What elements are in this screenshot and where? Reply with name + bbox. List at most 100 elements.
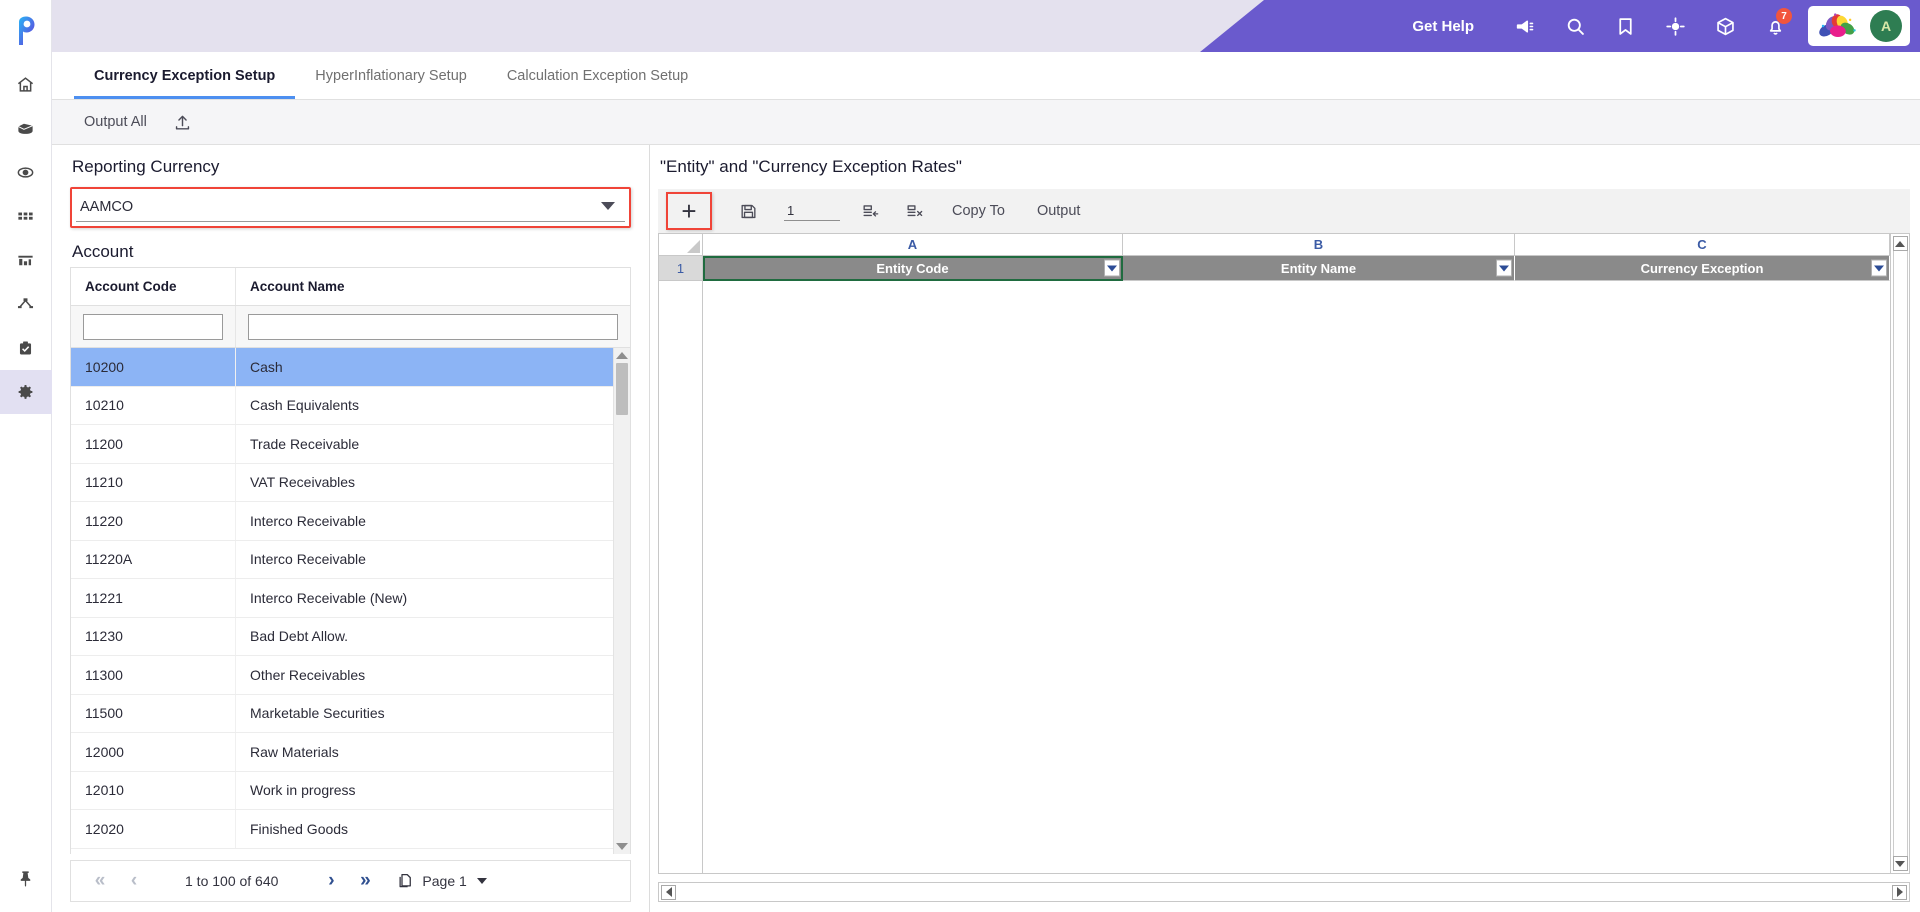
cell-account-name: Other Receivables — [250, 666, 366, 683]
delete-row-button[interactable] — [892, 192, 936, 230]
field-cell-entity-name[interactable]: Entity Name — [1123, 256, 1515, 281]
column-header-account-name[interactable]: Account Name — [236, 268, 630, 305]
pagination-status: 1 to 100 of 640 — [185, 873, 279, 889]
shortcuts-button[interactable] — [1650, 0, 1700, 52]
field-cell-entity-code[interactable]: Entity Code — [703, 256, 1123, 281]
sidebar-item-hierarchy[interactable] — [0, 282, 52, 326]
upload-button[interactable] — [173, 113, 192, 132]
reporting-currency-field[interactable]: AAMCO — [70, 187, 631, 228]
vertical-scrollbar-track[interactable] — [1892, 251, 1908, 856]
insert-row-button[interactable] — [848, 192, 892, 230]
column-letter-c[interactable]: C — [1515, 234, 1890, 256]
pagination-bar: « ‹ 1 to 100 of 640 › » Page 1 — [70, 860, 631, 902]
tab-currency-exception-setup[interactable]: Currency Exception Setup — [74, 52, 296, 99]
account-name-filter-input[interactable] — [248, 313, 618, 340]
table-row[interactable]: 11300 Other Receivables — [71, 656, 613, 695]
triangle-down-icon — [1895, 860, 1905, 867]
scroll-up-icon[interactable] — [616, 352, 628, 359]
table-row[interactable]: 10200 Cash — [71, 348, 613, 387]
triangle-up-icon — [1895, 240, 1905, 247]
get-help-button[interactable]: Get Help — [1412, 18, 1474, 35]
sidebar-item-tasks[interactable] — [0, 326, 52, 370]
table-row[interactable]: 11220A Interco Receivable — [71, 540, 613, 579]
top-header: Get Help 7 A — [52, 0, 1920, 52]
header-actions: Get Help 7 A — [1412, 0, 1920, 52]
field-label: Entity Name — [1280, 260, 1357, 276]
apps-button[interactable] — [1700, 0, 1750, 52]
prev-page-button[interactable]: ‹ — [117, 864, 151, 898]
sidebar-item-settings[interactable] — [0, 370, 52, 414]
field-dropdown-icon[interactable] — [1496, 259, 1512, 277]
table-row[interactable]: 12020 Finished Goods — [71, 810, 613, 849]
table-row[interactable]: 12010 Work in progress — [71, 771, 613, 810]
tab-bar: Currency Exception Setup HyperInflationa… — [52, 52, 1920, 100]
pin-sidebar-button[interactable] — [0, 856, 52, 900]
column-letter-b[interactable]: B — [1123, 234, 1515, 256]
field-dropdown-icon[interactable] — [1871, 259, 1887, 277]
account-code-filter-input[interactable] — [83, 313, 223, 340]
avatar[interactable]: A — [1870, 10, 1902, 42]
scroll-right-button[interactable] — [1892, 884, 1907, 900]
copy-to-button[interactable]: Copy To — [936, 203, 1021, 219]
spreadsheet-horizontal-scrollbar[interactable] — [658, 882, 1910, 902]
table-row[interactable]: 11500 Marketable Securities — [71, 694, 613, 733]
home-icon — [17, 76, 34, 92]
account-list-scrollbar[interactable] — [613, 348, 630, 854]
chart-icon — [18, 255, 33, 265]
spreadsheet-vertical-scrollbar[interactable] — [1890, 234, 1909, 873]
column-letter-row: A B C — [659, 234, 1890, 256]
scroll-down-button[interactable] — [1892, 856, 1908, 871]
next-page-button[interactable]: › — [314, 864, 348, 898]
column-header-account-code[interactable]: Account Code — [71, 268, 236, 305]
search-button[interactable] — [1550, 0, 1600, 52]
sidebar-item-reports[interactable] — [0, 238, 52, 282]
cell-account-code: 11210 — [71, 463, 236, 501]
column-letter-a[interactable]: A — [703, 234, 1123, 256]
scroll-left-button[interactable] — [661, 884, 676, 900]
sheet-corner-cell[interactable] — [659, 234, 703, 256]
table-row[interactable]: 11210 VAT Receivables — [71, 463, 613, 502]
field-cell-currency-exception[interactable]: Currency Exception — [1515, 256, 1890, 281]
right-panel: "Entity" and "Currency Exception Rates" … — [650, 145, 1920, 912]
output-all-button[interactable]: Output All — [84, 114, 147, 130]
tab-hyperinflationary-setup[interactable]: HyperInflationary Setup — [295, 52, 487, 99]
upload-icon — [175, 115, 190, 130]
last-page-button[interactable]: » — [348, 864, 382, 898]
app-logo[interactable] — [0, 0, 52, 62]
page-selector[interactable]: Page 1 — [396, 872, 487, 890]
first-page-button[interactable]: « — [83, 864, 117, 898]
reporting-currency-select[interactable]: AAMCO — [76, 195, 625, 222]
sidebar-item-home[interactable] — [0, 62, 52, 106]
sidebar-item-grid[interactable] — [0, 194, 52, 238]
field-dropdown-icon[interactable] — [1104, 259, 1120, 277]
save-button[interactable] — [726, 192, 770, 230]
tab-label: HyperInflationary Setup — [315, 67, 467, 84]
sidebar-item-view[interactable] — [0, 150, 52, 194]
account-table-body-wrap: 10200 Cash 10210 Cash Equivalents 11200 Trade… — [71, 348, 630, 854]
output-button[interactable]: Output — [1021, 203, 1097, 219]
spreadsheet-cells[interactable] — [703, 281, 1890, 873]
spreadsheet-empty-area[interactable] — [659, 281, 1890, 873]
table-row[interactable]: 11200 Trade Receivable — [71, 425, 613, 464]
notifications-button[interactable]: 7 — [1750, 0, 1800, 52]
table-row[interactable]: 11221 Interco Receivable (New) — [71, 579, 613, 618]
spreadsheet: A B C 1 Entity Code Entity Name Currency… — [658, 233, 1910, 874]
add-row-button[interactable]: + — [666, 192, 712, 230]
table-row[interactable]: 11230 Bad Debt Allow. — [71, 617, 613, 656]
scroll-down-icon[interactable] — [616, 843, 628, 850]
sidebar-item-package[interactable] — [0, 106, 52, 150]
scrollbar-thumb[interactable] — [616, 363, 628, 415]
cell-account-code: 11200 — [71, 425, 236, 463]
bookmarks-button[interactable] — [1600, 0, 1650, 52]
row-number-1[interactable]: 1 — [659, 256, 703, 281]
field-header-row: 1 Entity Code Entity Name Currency Excep… — [659, 256, 1890, 281]
scrollbar-track[interactable] — [614, 415, 630, 839]
scroll-up-button[interactable] — [1892, 236, 1908, 251]
tab-calculation-exception-setup[interactable]: Calculation Exception Setup — [487, 52, 708, 99]
announcements-button[interactable] — [1500, 0, 1550, 52]
cell-account-code: 11230 — [71, 617, 236, 655]
table-row[interactable]: 12000 Raw Materials — [71, 733, 613, 772]
table-row[interactable]: 11220 Interco Receivable — [71, 502, 613, 541]
table-row[interactable]: 10210 Cash Equivalents — [71, 386, 613, 425]
row-count-input[interactable] — [784, 201, 840, 221]
